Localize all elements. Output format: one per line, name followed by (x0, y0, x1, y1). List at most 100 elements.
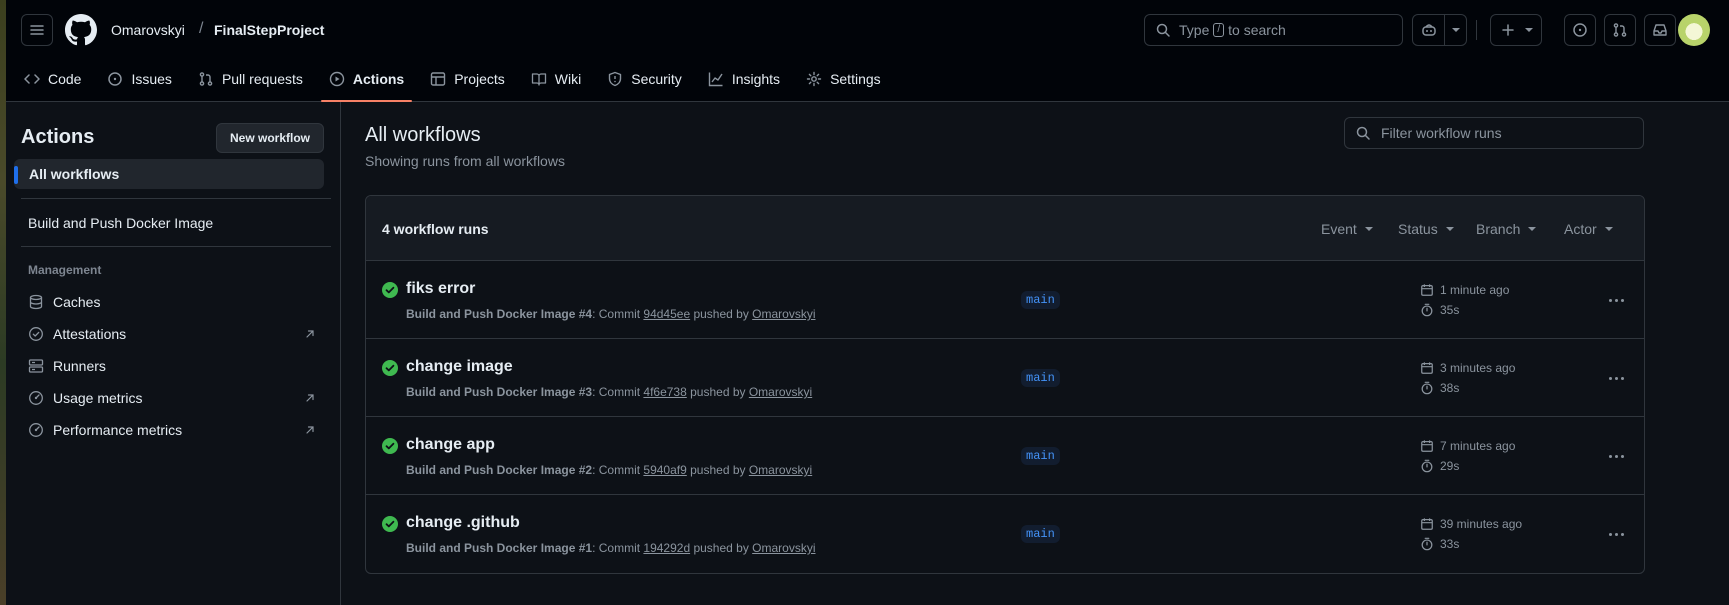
code-icon (24, 74, 40, 84)
breadcrumb-owner[interactable]: Omarovskyi (111, 22, 185, 38)
sidebar-item-label: Caches (53, 294, 101, 310)
run-commit-label: : Commit (592, 385, 644, 399)
workflow-run-row[interactable]: change .github Build and Push Docker Ima… (366, 495, 1644, 573)
sidebar-item-caches[interactable]: Caches (28, 292, 324, 312)
run-duration: 29s (1420, 459, 1459, 473)
global-search-input[interactable]: Type / to search (1144, 14, 1403, 46)
sidebar-item-all-workflows[interactable]: All workflows (14, 159, 324, 189)
filter-label: Event (1321, 221, 1357, 237)
chevron-down-icon (1604, 227, 1613, 231)
tab-label: Insights (731, 71, 781, 87)
run-author-link[interactable]: Omarovskyi (752, 307, 815, 321)
sidebar-item-runners[interactable]: Runners (28, 356, 324, 376)
filter-label: Actor (1564, 221, 1597, 237)
chevron-down-icon (1364, 227, 1373, 231)
inbox-icon (1653, 24, 1667, 36)
workflow-run-row[interactable]: change app Build and Push Docker Image #… (366, 417, 1644, 495)
sidebar-item-attestations[interactable]: Attestations (28, 324, 324, 344)
filter-workflow-runs-input[interactable]: Filter workflow runs (1344, 117, 1644, 149)
tab-settings[interactable]: Settings (798, 56, 889, 102)
branch-label[interactable]: main (1021, 369, 1060, 387)
sidebar-item-performance-metrics[interactable]: Performance metrics (28, 420, 324, 440)
graph-icon (708, 72, 723, 87)
run-title-link[interactable]: change app (406, 436, 495, 454)
actor-filter-button[interactable]: Actor (1564, 221, 1613, 237)
check-circle-fill-icon (382, 438, 398, 454)
run-meta: Build and Push Docker Image #3: Commit 4… (406, 385, 812, 399)
copilot-dropdown[interactable] (1445, 28, 1466, 32)
stopwatch-icon (1421, 537, 1433, 551)
shield-icon (609, 71, 622, 87)
tab-security[interactable]: Security (599, 56, 690, 102)
breadcrumb-repo[interactable]: FinalStepProject (214, 22, 324, 38)
sidebar-item-usage-metrics[interactable]: Usage metrics (28, 388, 324, 408)
run-pushed-label: pushed by (686, 385, 749, 399)
issues-button[interactable] (1564, 14, 1596, 46)
commit-sha-link[interactable]: 94d45ee (643, 307, 690, 321)
branch-label[interactable]: main (1021, 525, 1060, 543)
copilot-button[interactable] (1412, 14, 1467, 46)
book-icon (531, 73, 546, 86)
run-title-link[interactable]: fiks error (406, 280, 475, 298)
status-filter-button[interactable]: Status (1398, 221, 1454, 237)
stopwatch-icon (1421, 303, 1433, 317)
workflow-runs-header: 4 workflow runs Event Status Branch Acto… (366, 196, 1644, 261)
run-duration: 33s (1420, 537, 1459, 551)
play-icon (329, 71, 345, 87)
tab-insights[interactable]: Insights (700, 56, 788, 102)
run-workflow-name: Build and Push Docker Image #2 (406, 463, 593, 477)
run-options-button[interactable] (1604, 446, 1628, 466)
commit-sha-link[interactable]: 194292d (643, 541, 690, 555)
run-duration-value: 38s (1440, 381, 1460, 395)
run-options-button[interactable] (1604, 368, 1628, 388)
github-logo-icon[interactable] (65, 14, 97, 46)
sidebar-item-workflow[interactable]: Build and Push Docker Image (28, 215, 213, 231)
sidebar-item-label: Usage metrics (53, 390, 143, 406)
run-duration-value: 33s (1440, 537, 1460, 551)
create-new-button[interactable] (1490, 14, 1542, 46)
check-circle-fill-icon (382, 516, 398, 532)
run-author-link[interactable]: Omarovskyi (749, 463, 812, 477)
user-avatar[interactable] (1678, 14, 1710, 46)
gear-icon (806, 71, 822, 87)
run-options-button[interactable] (1604, 524, 1628, 544)
run-title-link[interactable]: change image (406, 358, 513, 376)
tab-actions[interactable]: Actions (320, 56, 413, 102)
tab-projects[interactable]: Projects (422, 56, 513, 102)
run-title-link[interactable]: change .github (406, 514, 520, 532)
calendar-icon (1421, 284, 1433, 296)
tab-code[interactable]: Code (16, 56, 89, 102)
branch-label[interactable]: main (1021, 447, 1060, 465)
issue-opened-icon (1573, 23, 1587, 37)
workflow-runs-table: 4 workflow runs Event Status Branch Acto… (365, 195, 1645, 574)
workflow-run-row[interactable]: fiks error Build and Push Docker Image #… (366, 261, 1644, 339)
issue-opened-icon (108, 72, 123, 86)
tab-label: Issues (131, 71, 172, 87)
run-time-ago: 1 minute ago (1440, 283, 1510, 297)
run-commit-label: : Commit (592, 541, 644, 555)
tab-label: Pull requests (221, 71, 303, 87)
copilot-icon (1421, 24, 1436, 36)
link-external-icon (306, 330, 314, 338)
branch-filter-button[interactable]: Branch (1476, 221, 1537, 237)
run-author-link[interactable]: Omarovskyi (749, 385, 812, 399)
workflow-run-row[interactable]: change image Build and Push Docker Image… (366, 339, 1644, 417)
commit-sha-link[interactable]: 4f6e738 (643, 385, 686, 399)
copilot-main[interactable] (1413, 15, 1445, 45)
tab-pull-requests[interactable]: Pull requests (190, 56, 311, 102)
commit-sha-link[interactable]: 5940af9 (643, 463, 686, 477)
branch-label[interactable]: main (1021, 291, 1060, 309)
menu-button[interactable] (21, 14, 53, 46)
tab-wiki[interactable]: Wiki (523, 56, 589, 102)
new-workflow-button[interactable]: New workflow (216, 123, 324, 153)
inbox-button[interactable] (1644, 14, 1676, 46)
pull-requests-button[interactable] (1604, 14, 1636, 46)
run-author-link[interactable]: Omarovskyi (752, 541, 815, 555)
run-options-button[interactable] (1604, 290, 1628, 310)
sidebar-item-label: Runners (53, 358, 106, 374)
tab-issues[interactable]: Issues (99, 56, 179, 102)
search-placeholder-prefix: Type (1179, 22, 1210, 38)
event-filter-button[interactable]: Event (1321, 221, 1373, 237)
run-pushed-label: pushed by (686, 463, 749, 477)
run-timestamp: 3 minutes ago (1420, 361, 1515, 375)
